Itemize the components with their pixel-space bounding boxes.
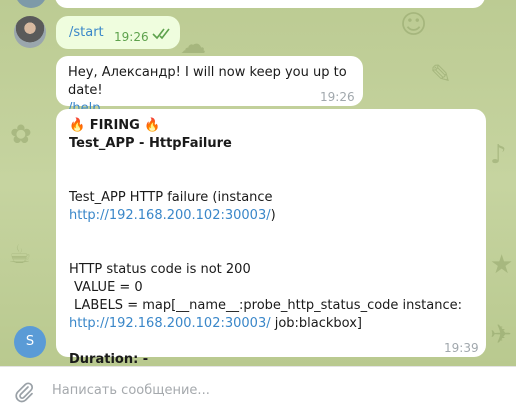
- labels-line: LABELS = map[__name__:probe_http_status_…: [74, 298, 463, 313]
- avatar[interactable]: [14, 16, 46, 48]
- message-time: 19:39: [444, 341, 479, 355]
- alert-message: 🔥 FIRING 🔥 Test_APP - HttpFailure Test_A…: [56, 109, 486, 366]
- instance-link[interactable]: http://192.168.200.102:30003/: [69, 208, 271, 223]
- doodle-icon: ✈: [490, 320, 512, 350]
- doodle-icon: ✎: [430, 60, 452, 90]
- message-composer: Написать сообщение...: [0, 366, 516, 415]
- instance-link[interactable]: http://192.168.200.102:30003/: [69, 316, 271, 331]
- alert-status: 🔥 FIRING 🔥: [69, 117, 473, 135]
- message-time: 19:26: [114, 30, 149, 44]
- command-link[interactable]: /start: [69, 25, 104, 40]
- message-input[interactable]: Написать сообщение...: [52, 383, 210, 398]
- summary-text: Test_APP HTTP failure (instance: [69, 190, 273, 205]
- fire-icon: 🔥: [144, 118, 161, 133]
- firing-label: FIRING: [89, 118, 140, 133]
- alert-summary: Test_APP HTTP failure (instance http://1…: [69, 189, 473, 225]
- doodle-icon: ♪: [490, 140, 507, 170]
- labels-suffix: job:blackbox]: [270, 316, 362, 331]
- summary-suffix: ): [270, 208, 276, 223]
- value-line: VALUE = 0: [74, 280, 143, 295]
- fire-icon: 🔥: [69, 118, 86, 133]
- message-bubble: [55, 0, 485, 8]
- avatar[interactable]: S: [14, 326, 46, 358]
- outgoing-message: /start 19:26: [56, 16, 180, 49]
- message-text: Hey, Александр! I will now keep you up t…: [68, 65, 347, 98]
- double-check-icon: [152, 28, 170, 40]
- duration-label: Duration: -: [69, 352, 149, 366]
- avatar[interactable]: [15, 0, 47, 8]
- alert-name: Test_APP - HttpFailure: [69, 136, 232, 151]
- incoming-message: Hey, Александр! I will now keep you up t…: [56, 56, 363, 116]
- doodle-icon: ✿: [10, 120, 32, 150]
- doodle-icon: ☕: [8, 240, 32, 270]
- message-time: 19:26: [320, 90, 355, 104]
- paperclip-icon[interactable]: [12, 380, 36, 404]
- labels-continuation: http://192.168.200.102:30003/ job:blackb…: [69, 315, 473, 333]
- chat-area[interactable]: ☁ ☺ ✎ ♪ ✿ ☕ ★ ✈ /start 19:26 Hey, Алекса…: [0, 0, 516, 366]
- doodle-icon: ☺: [400, 10, 428, 40]
- status-line: HTTP status code is not 200: [69, 262, 251, 277]
- doodle-icon: ★: [490, 250, 514, 280]
